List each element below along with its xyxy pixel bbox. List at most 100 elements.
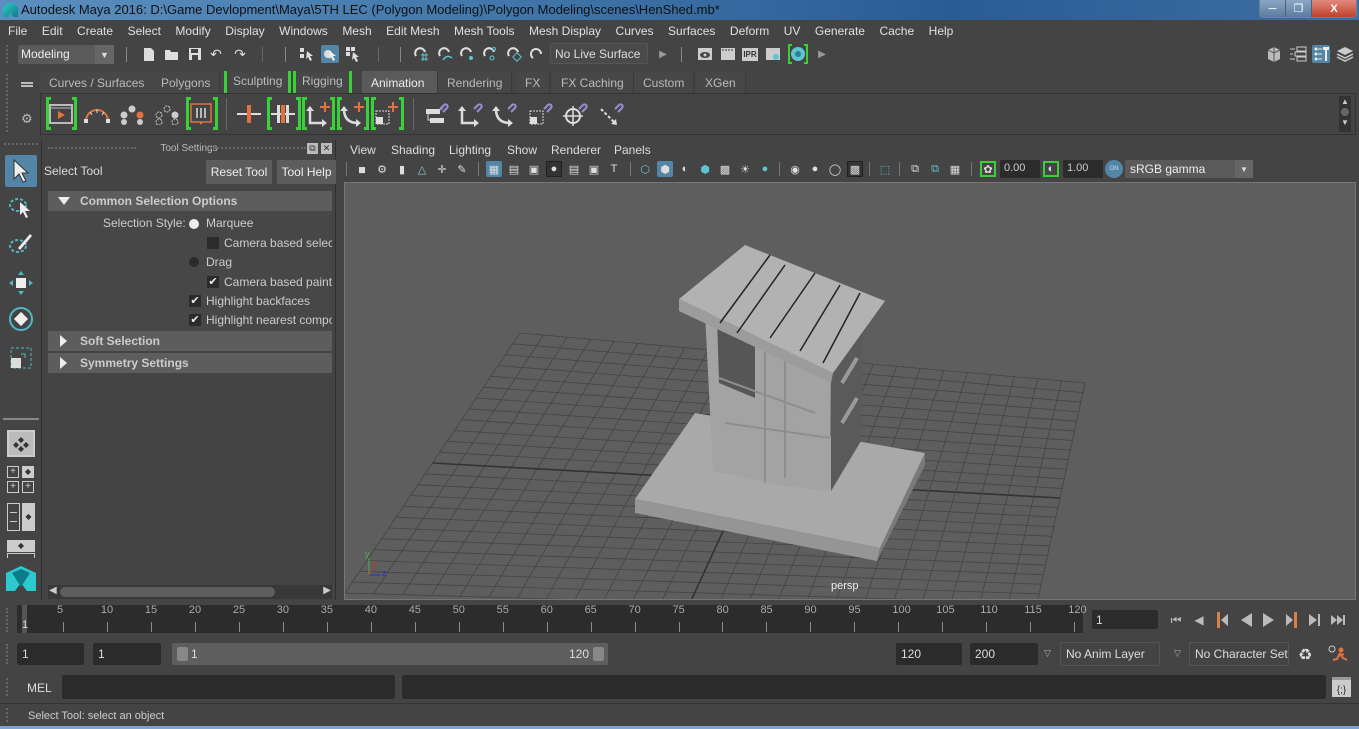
shelf-tab-rendering[interactable]: Rendering bbox=[438, 71, 513, 93]
attribute-editor-icon[interactable] bbox=[1289, 45, 1307, 63]
playback-start-field[interactable]: 1 bbox=[93, 643, 161, 665]
scale-tool-button[interactable] bbox=[5, 342, 37, 374]
playback-end-field[interactable]: 120 bbox=[896, 643, 962, 665]
tool-settings-icon[interactable] bbox=[1312, 45, 1330, 63]
field-chart-icon[interactable]: ▤ bbox=[566, 161, 582, 177]
shelf-tabs-menu-icon[interactable] bbox=[21, 82, 33, 84]
layout-ortho-icon[interactable]: + bbox=[7, 481, 19, 493]
character-set-dropdown-icon[interactable]: ▽ bbox=[1174, 648, 1181, 659]
wireframe-icon[interactable]: ⬡ bbox=[637, 161, 653, 177]
scroll-thumb[interactable] bbox=[60, 587, 275, 597]
section-soft-selection[interactable]: Soft Selection bbox=[48, 331, 332, 351]
status-line-grip[interactable] bbox=[6, 45, 9, 63]
select-by-hierarchy-icon[interactable] bbox=[298, 45, 316, 63]
bookmark-icon[interactable]: ▮ bbox=[394, 161, 410, 177]
layout-persp-icon[interactable]: ◆ bbox=[22, 466, 34, 478]
snap-toggle-icon[interactable] bbox=[528, 45, 546, 63]
menu-file[interactable]: File bbox=[8, 24, 27, 38]
save-scene-icon[interactable] bbox=[186, 45, 204, 63]
restore-button[interactable]: ❐ bbox=[1286, 0, 1312, 17]
menu-mesh-display[interactable]: Mesh Display bbox=[529, 24, 601, 38]
camera-based-paint-checkbox[interactable]: ✔ bbox=[207, 276, 219, 288]
collapse-arrow-icon[interactable]: ▶ bbox=[813, 45, 831, 63]
pole-vector-constraint-icon[interactable] bbox=[594, 96, 628, 132]
highlight-nearest-checkbox[interactable]: ✔ bbox=[189, 314, 201, 326]
panel-menu-lighting[interactable]: Lighting bbox=[449, 143, 491, 157]
shelf-tab-custom[interactable]: Custom bbox=[634, 71, 695, 93]
snap-to-point-icon[interactable] bbox=[458, 45, 476, 63]
highlight-backfaces-checkbox[interactable]: ✔ bbox=[189, 295, 201, 307]
snap-to-grid-icon[interactable] bbox=[412, 45, 430, 63]
go-to-start-button[interactable]: ⏮ bbox=[1168, 612, 1184, 628]
motion-trail-icon[interactable] bbox=[80, 96, 114, 132]
play-backwards-button[interactable] bbox=[1238, 612, 1254, 628]
shelf-tab-rigging[interactable]: Rigging bbox=[293, 71, 352, 93]
help-line-grip[interactable] bbox=[6, 708, 9, 722]
step-forward-key-button[interactable] bbox=[1284, 612, 1300, 628]
resolution-gate-icon[interactable]: ▣ bbox=[526, 161, 542, 177]
graph-layout-button[interactable]: ◆ bbox=[7, 540, 35, 552]
scroll-up-icon[interactable]: ▲ bbox=[1339, 96, 1351, 107]
tool-help-button[interactable]: Tool Help bbox=[277, 160, 336, 184]
grease-pencil-icon[interactable]: ✎ bbox=[454, 161, 470, 177]
hypershade-icon[interactable] bbox=[788, 44, 808, 64]
menu-select[interactable]: Select bbox=[128, 24, 161, 38]
scroll-down-icon[interactable]: ▼ bbox=[1339, 117, 1351, 128]
set-key-scale-icon[interactable] bbox=[369, 96, 403, 132]
go-to-end-button[interactable] bbox=[1330, 612, 1346, 628]
shelf-tab-xgen[interactable]: XGen bbox=[696, 71, 746, 93]
panel-menu-panels[interactable]: Panels bbox=[614, 143, 651, 157]
safe-title-icon[interactable]: T bbox=[606, 161, 622, 177]
render-frame-icon[interactable] bbox=[719, 45, 737, 63]
select-by-object-icon[interactable] bbox=[321, 45, 339, 63]
snap-to-curve-icon[interactable] bbox=[436, 45, 454, 63]
shelf-scroll[interactable]: ▲ ▼ bbox=[1339, 96, 1351, 132]
menu-help[interactable]: Help bbox=[929, 24, 954, 38]
section-common-selection-options[interactable]: Common Selection Options bbox=[48, 191, 332, 211]
command-input[interactable] bbox=[62, 675, 395, 699]
section-symmetry-settings[interactable]: Symmetry Settings bbox=[48, 353, 332, 373]
shelf-tab-fx[interactable]: FX bbox=[516, 71, 551, 93]
undo-icon[interactable]: ↶ bbox=[207, 45, 225, 63]
range-end-handle[interactable] bbox=[593, 647, 604, 661]
orient-constraint-icon[interactable] bbox=[487, 96, 521, 132]
command-line-grip[interactable] bbox=[6, 678, 9, 696]
close-button[interactable]: X bbox=[1312, 0, 1356, 17]
unghost-icon[interactable] bbox=[150, 96, 184, 132]
animation-preferences-icon[interactable] bbox=[1327, 644, 1349, 666]
step-back-key-button[interactable] bbox=[1214, 612, 1230, 628]
graph-layout-icon[interactable] bbox=[7, 553, 35, 558]
panel-menu-renderer[interactable]: Renderer bbox=[551, 143, 601, 157]
menu-uv[interactable]: UV bbox=[784, 24, 801, 38]
auto-key-sync-icon[interactable]: ♻ bbox=[1298, 645, 1318, 665]
time-slider-grip[interactable] bbox=[6, 608, 9, 632]
play-forwards-button[interactable] bbox=[1261, 612, 1277, 628]
panel-grip[interactable] bbox=[210, 147, 306, 149]
select-by-component-icon[interactable] bbox=[344, 45, 362, 63]
exposure-icon[interactable]: ✿ bbox=[980, 161, 996, 177]
textured-icon[interactable]: ▩ bbox=[717, 161, 733, 177]
menu-create[interactable]: Create bbox=[77, 24, 113, 38]
shelf-settings-gear-icon[interactable]: ⚙ bbox=[21, 112, 33, 125]
depth-of-field-icon[interactable]: ▩ bbox=[847, 161, 863, 177]
set-key-icon[interactable] bbox=[232, 96, 266, 132]
exposure-field[interactable]: 0.00 bbox=[1000, 160, 1040, 178]
four-view-layout-button[interactable]: + bbox=[7, 466, 19, 478]
scroll-left-icon[interactable]: ◀ bbox=[49, 585, 57, 596]
set-breakdown-icon[interactable] bbox=[266, 96, 300, 132]
open-scene-icon[interactable] bbox=[163, 45, 181, 63]
minimize-button[interactable]: ─ bbox=[1260, 0, 1286, 17]
wireframe-on-shaded-icon[interactable]: ⬢ bbox=[697, 161, 713, 177]
marquee-radio[interactable] bbox=[189, 219, 199, 229]
point-constraint-icon[interactable] bbox=[453, 96, 487, 132]
horizontal-scrollbar[interactable]: ◀ ▶ bbox=[48, 585, 332, 599]
range-slider[interactable]: 1 120 bbox=[172, 643, 608, 665]
menu-modify[interactable]: Modify bbox=[175, 24, 210, 38]
range-start-handle[interactable] bbox=[177, 647, 188, 661]
gamma-field[interactable]: 1.00 bbox=[1063, 160, 1103, 178]
menu-cache[interactable]: Cache bbox=[879, 24, 914, 38]
anti-aliasing-icon[interactable]: ◯ bbox=[827, 161, 843, 177]
layout-ortho-icon[interactable]: + bbox=[22, 481, 34, 493]
reset-tool-button[interactable]: Reset Tool bbox=[206, 160, 272, 184]
screen-space-ao-icon[interactable]: ◉ bbox=[787, 161, 803, 177]
